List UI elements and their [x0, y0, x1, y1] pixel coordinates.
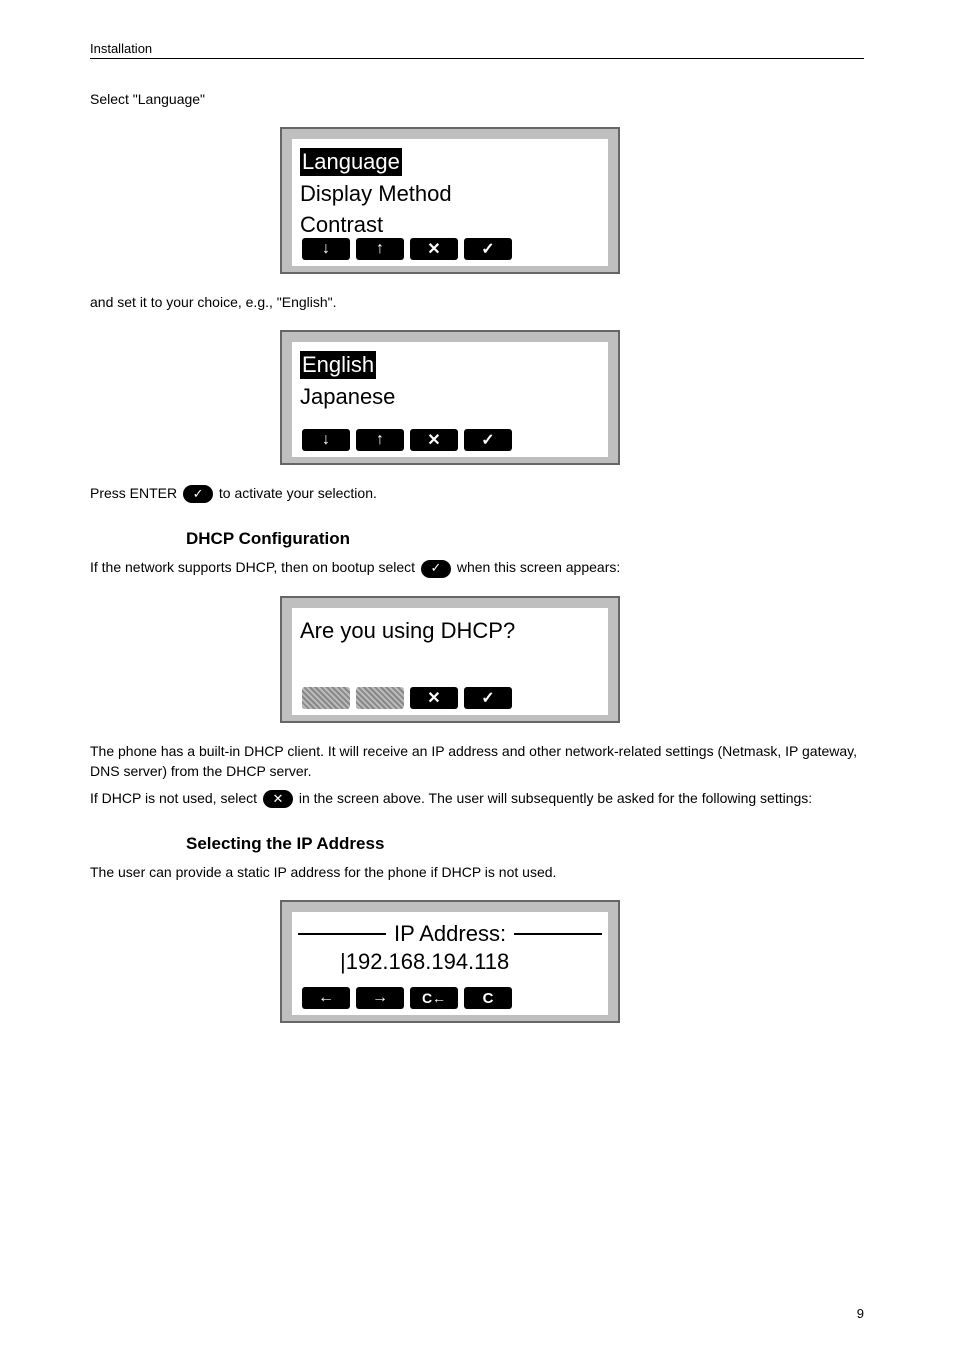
softkey-disabled [356, 687, 404, 709]
paragraph-set-language: and set it to your choice, e.g., "Englis… [90, 292, 864, 312]
menu-item-english[interactable]: English [298, 350, 602, 380]
softkey-row: ← → C← C [302, 987, 602, 1009]
paragraph-dhcp-intro: If the network supports DHCP, then on bo… [90, 557, 864, 577]
softkey-left-icon[interactable]: ← [302, 987, 350, 1009]
ok-key-icon: ✓ [421, 560, 451, 578]
divider [514, 933, 602, 935]
softkey-cancel-icon[interactable]: ✕ [410, 429, 458, 451]
page: Installation Select "Language" Language … [0, 0, 954, 1351]
softkey-up-icon[interactable]: ↑ [356, 238, 404, 260]
menu-item-label: English [300, 351, 376, 379]
softkey-down-icon[interactable]: ↓ [302, 238, 350, 260]
page-number: 9 [857, 1306, 864, 1321]
paragraph-dhcp-explain: The phone has a built-in DHCP client. It… [90, 741, 864, 782]
text: to activate your selection. [215, 485, 377, 501]
text: in the screen above. The user will subse… [295, 790, 812, 806]
menu-item-display-method[interactable]: Display Method [298, 179, 602, 209]
cancel-key-icon: ✕ [263, 790, 293, 808]
divider [298, 933, 386, 935]
heading-dhcp-configuration: DHCP Configuration [186, 529, 864, 549]
header: Installation [90, 40, 864, 59]
softkey-backspace-icon[interactable]: C← [410, 987, 458, 1009]
menu-item-contrast[interactable]: Contrast [298, 210, 602, 240]
paragraph-static-ip: The user can provide a static IP address… [90, 862, 864, 882]
softkey-row: ↓ ↑ ✕ ✓ [302, 429, 602, 451]
paragraph-dhcp-notused: If DHCP is not used, select ✕ in the scr… [90, 788, 864, 808]
lcd-screen-ip-address: IP Address: |192.168.194.118 ← → C← C [280, 900, 620, 1023]
softkey-clear-icon[interactable]: C [464, 987, 512, 1009]
softkey-ok-icon[interactable]: ✓ [464, 687, 512, 709]
lcd-screen-dhcp-prompt: Are you using DHCP? ✕ ✓ [280, 596, 620, 724]
menu-item-label: Language [300, 148, 402, 176]
menu-item-language[interactable]: Language [298, 147, 602, 177]
lcd-screen-language-choice: English Japanese ↓ ↑ ✕ ✓ [280, 330, 620, 465]
softkey-up-icon[interactable]: ↑ [356, 429, 404, 451]
ip-value-text: 192.168.194.118 [346, 949, 510, 974]
text: If the network supports DHCP, then on bo… [90, 559, 419, 575]
text: If DHCP is not used, select [90, 790, 261, 806]
softkey-row: ↓ ↑ ✕ ✓ [302, 238, 602, 260]
softkey-down-icon[interactable]: ↓ [302, 429, 350, 451]
ip-value[interactable]: |192.168.194.118 [298, 948, 602, 976]
softkey-right-icon[interactable]: → [356, 987, 404, 1009]
enter-key-icon: ✓ [183, 485, 213, 503]
heading-selecting-ip: Selecting the IP Address [186, 834, 864, 854]
softkey-row: ✕ ✓ [302, 687, 602, 709]
softkey-cancel-icon[interactable]: ✕ [410, 687, 458, 709]
ip-title-label: IP Address: [394, 920, 506, 948]
softkey-disabled [302, 687, 350, 709]
softkey-cancel-icon[interactable]: ✕ [410, 238, 458, 260]
text: when this screen appears: [453, 559, 620, 575]
header-title: Installation [90, 41, 152, 56]
lcd-screen-language-menu: Language Display Method Contrast ↓ ↑ ✕ ✓ [280, 127, 620, 274]
ip-title-row: IP Address: [298, 920, 602, 948]
softkey-ok-icon[interactable]: ✓ [464, 429, 512, 451]
text: Press ENTER [90, 485, 181, 501]
paragraph-select-language: Select "Language" [90, 89, 864, 109]
paragraph-press-enter: Press ENTER ✓ to activate your selection… [90, 483, 864, 503]
menu-item-japanese[interactable]: Japanese [298, 382, 602, 412]
softkey-ok-icon[interactable]: ✓ [464, 238, 512, 260]
header-rule [90, 58, 864, 59]
prompt-text: Are you using DHCP? [298, 616, 602, 646]
